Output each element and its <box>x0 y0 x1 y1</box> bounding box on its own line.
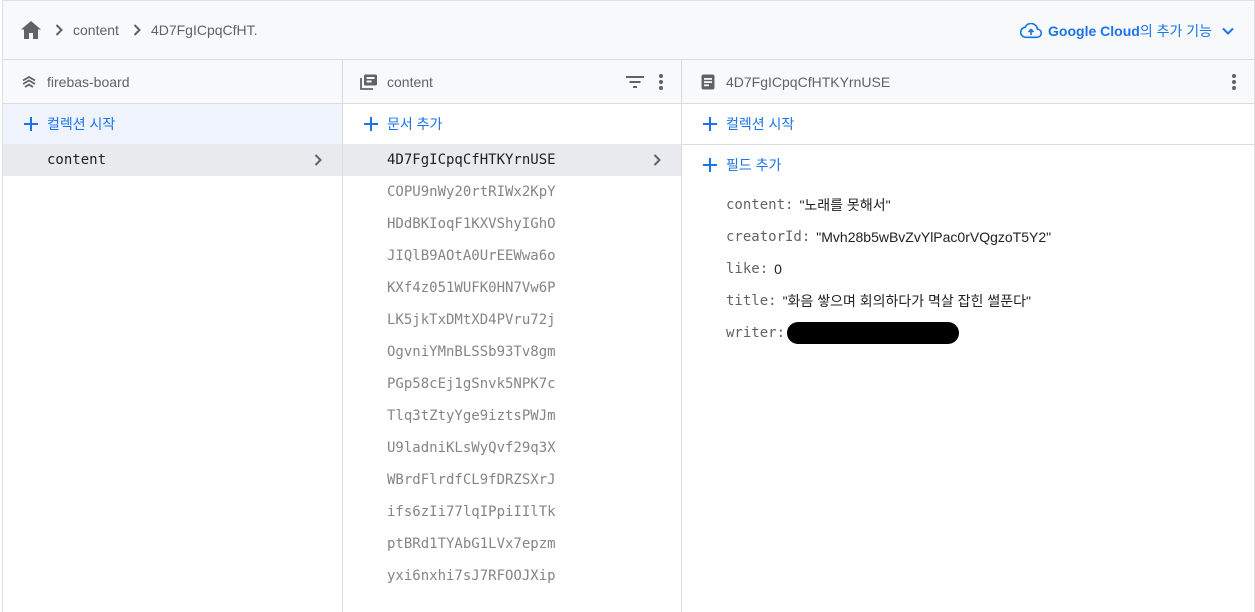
more-vert-icon[interactable] <box>649 70 673 94</box>
document-item[interactable]: ifs6zIi77lqIPpiIIlTk <box>343 496 681 528</box>
chevron-right-icon <box>125 18 149 42</box>
field-row-writer[interactable]: writer: <box>682 317 1254 349</box>
field-row-like[interactable]: like: 0 <box>682 253 1254 285</box>
document-id: WBrdFlrdfCL9fDRZSXrJ <box>387 472 556 488</box>
breadcrumb-item-collection[interactable]: content <box>73 22 119 38</box>
chevron-right-icon <box>306 148 330 172</box>
document-id: 4D7FgICpqCfHTKYrnUSE <box>387 152 556 168</box>
field-row-title[interactable]: title: "화음 쌓으며 회의하다가 멱살 잡힌 썰푼다" <box>682 285 1254 317</box>
field-key: like: <box>726 261 769 277</box>
document-item[interactable]: COPU9nWy20rtRIWx2KpY <box>343 176 681 208</box>
collection-item-content[interactable]: content <box>3 144 342 176</box>
cloud-upload-icon <box>1020 23 1043 39</box>
document-id: LK5jkTxDMtXD4PVru72j <box>387 312 556 328</box>
google-cloud-extensions-button[interactable]: Google Cloud 의 추가 기능 <box>1020 1 1234 61</box>
start-collection-label: 컬렉션 시작 <box>47 116 116 132</box>
redacted-value <box>787 322 960 344</box>
home-icon[interactable] <box>19 18 43 42</box>
breadcrumb: content 4D7FgICpqCfHT. Google Cloud 의 추가 … <box>3 0 1254 60</box>
start-subcollection-button[interactable]: 컬렉션 시작 <box>682 104 1254 144</box>
document-item[interactable]: KXf4z051WUFK0HN7Vw6P <box>343 272 681 304</box>
chevron-right-icon <box>645 148 669 172</box>
document-id: COPU9nWy20rtRIWx2KpY <box>387 184 556 200</box>
document-item[interactable]: OgvniYMnBLSSb93Tv8gm <box>343 336 681 368</box>
document-item[interactable]: LK5jkTxDMtXD4PVru72j <box>343 304 681 336</box>
field-row-creatorid[interactable]: creatorId: "Mvh28b5wBvZvYlPac0rVQgzoT5Y2… <box>682 221 1254 253</box>
google-cloud-label: Google Cloud <box>1048 23 1140 39</box>
start-collection-button[interactable]: 컬렉션 시작 <box>3 104 342 144</box>
add-field-button[interactable]: 필드 추가 <box>682 144 1254 185</box>
field-key: content: <box>726 197 794 213</box>
document-id: OgvniYMnBLSSb93Tv8gm <box>387 344 556 360</box>
field-value: "화음 쌓으며 회의하다가 멱살 잡힌 썰푼다" <box>782 293 1031 309</box>
field-value: "Mvh28b5wBvZvYlPac0rVQgzoT5Y2" <box>816 229 1052 245</box>
collection-panel: content 문서 추가 4D7FgICpqCfHTKYrnUSE COPU9n… <box>343 60 682 612</box>
document-panel: 4D7FgICpqCfHTKYrnUSE 컬렉션 시작 필드 추가 conten… <box>682 60 1254 612</box>
collection-icon <box>359 72 379 92</box>
collection-panel-header: content <box>343 60 681 104</box>
document-item[interactable]: PGp58cEj1gSnvk5NPK7c <box>343 368 681 400</box>
field-row-content[interactable]: content: "노래를 못해서" <box>682 189 1254 221</box>
document-list: 4D7FgICpqCfHTKYrnUSE COPU9nWy20rtRIWx2KpY… <box>343 144 681 592</box>
field-key: title: <box>726 293 777 309</box>
document-header-actions <box>1220 60 1246 104</box>
document-item[interactable]: U9ladniKLsWyQvf29q3X <box>343 432 681 464</box>
document-item[interactable]: JIQlB9AOtA0UrEEWwa6o <box>343 240 681 272</box>
document-item[interactable]: WBrdFlrdfCL9fDRZSXrJ <box>343 464 681 496</box>
document-id: ifs6zIi77lqIPpiIIlTk <box>387 504 556 520</box>
project-title: firebas-board <box>47 73 130 90</box>
collection-header-actions <box>621 60 673 104</box>
document-item[interactable]: Tlq3tZtyYge9iztsPWJm <box>343 400 681 432</box>
document-id: JIQlB9AOtA0UrEEWwa6o <box>387 248 556 264</box>
plus-icon <box>702 116 718 132</box>
document-id: Tlq3tZtyYge9iztsPWJm <box>387 408 556 424</box>
firestore-console: content 4D7FgICpqCfHT. Google Cloud 의 추가 … <box>2 0 1255 612</box>
collection-title: content <box>387 73 433 90</box>
root-panel-header: firebas-board <box>3 60 342 104</box>
document-item[interactable]: yxi6nxhi7sJ7RFOOJXip <box>343 560 681 592</box>
field-key: creatorId: <box>726 229 811 245</box>
document-id: PGp58cEj1gSnvk5NPK7c <box>387 376 556 392</box>
document-item[interactable]: 4D7FgICpqCfHTKYrnUSE <box>343 144 681 176</box>
plus-icon <box>363 116 379 132</box>
chevron-right-icon <box>47 18 71 42</box>
add-document-label: 문서 추가 <box>387 116 443 132</box>
document-item[interactable]: ptBRd1TYAbG1LVx7epzm <box>343 528 681 560</box>
filter-icon[interactable] <box>623 70 647 94</box>
document-id: HDdBKIoqF1KXVShyIGhO <box>387 216 556 232</box>
more-vert-icon[interactable] <box>1222 70 1246 94</box>
plus-icon <box>23 116 39 132</box>
field-value: "노래를 못해서" <box>799 197 891 213</box>
plus-icon <box>702 157 718 173</box>
document-id: U9ladniKLsWyQvf29q3X <box>387 440 556 456</box>
add-field-label: 필드 추가 <box>726 157 782 173</box>
document-id: yxi6nxhi7sJ7RFOOJXip <box>387 568 556 584</box>
field-list: content: "노래를 못해서" creatorId: "Mvh28b5wB… <box>682 189 1254 349</box>
add-document-button[interactable]: 문서 추가 <box>343 104 681 144</box>
document-item[interactable]: HDdBKIoqF1KXVShyIGhO <box>343 208 681 240</box>
collection-name: content <box>47 152 107 168</box>
document-id: ptBRd1TYAbG1LVx7epzm <box>387 536 556 552</box>
firestore-icon <box>19 72 39 92</box>
document-id: KXf4z051WUFK0HN7Vw6P <box>387 280 556 296</box>
document-title: 4D7FgICpqCfHTKYrnUSE <box>726 73 891 90</box>
document-panel-header: 4D7FgICpqCfHTKYrnUSE <box>682 60 1254 104</box>
root-panel: firebas-board 컬렉션 시작 content <box>3 60 343 612</box>
document-icon <box>698 72 718 92</box>
google-cloud-suffix: 의 추가 기능 <box>1139 23 1212 39</box>
chevron-down-icon <box>1222 27 1234 35</box>
start-subcollection-label: 컬렉션 시작 <box>726 116 795 132</box>
field-key: writer: <box>726 325 786 341</box>
breadcrumb-item-document[interactable]: 4D7FgICpqCfHT. <box>151 22 258 38</box>
field-value: 0 <box>774 261 782 277</box>
